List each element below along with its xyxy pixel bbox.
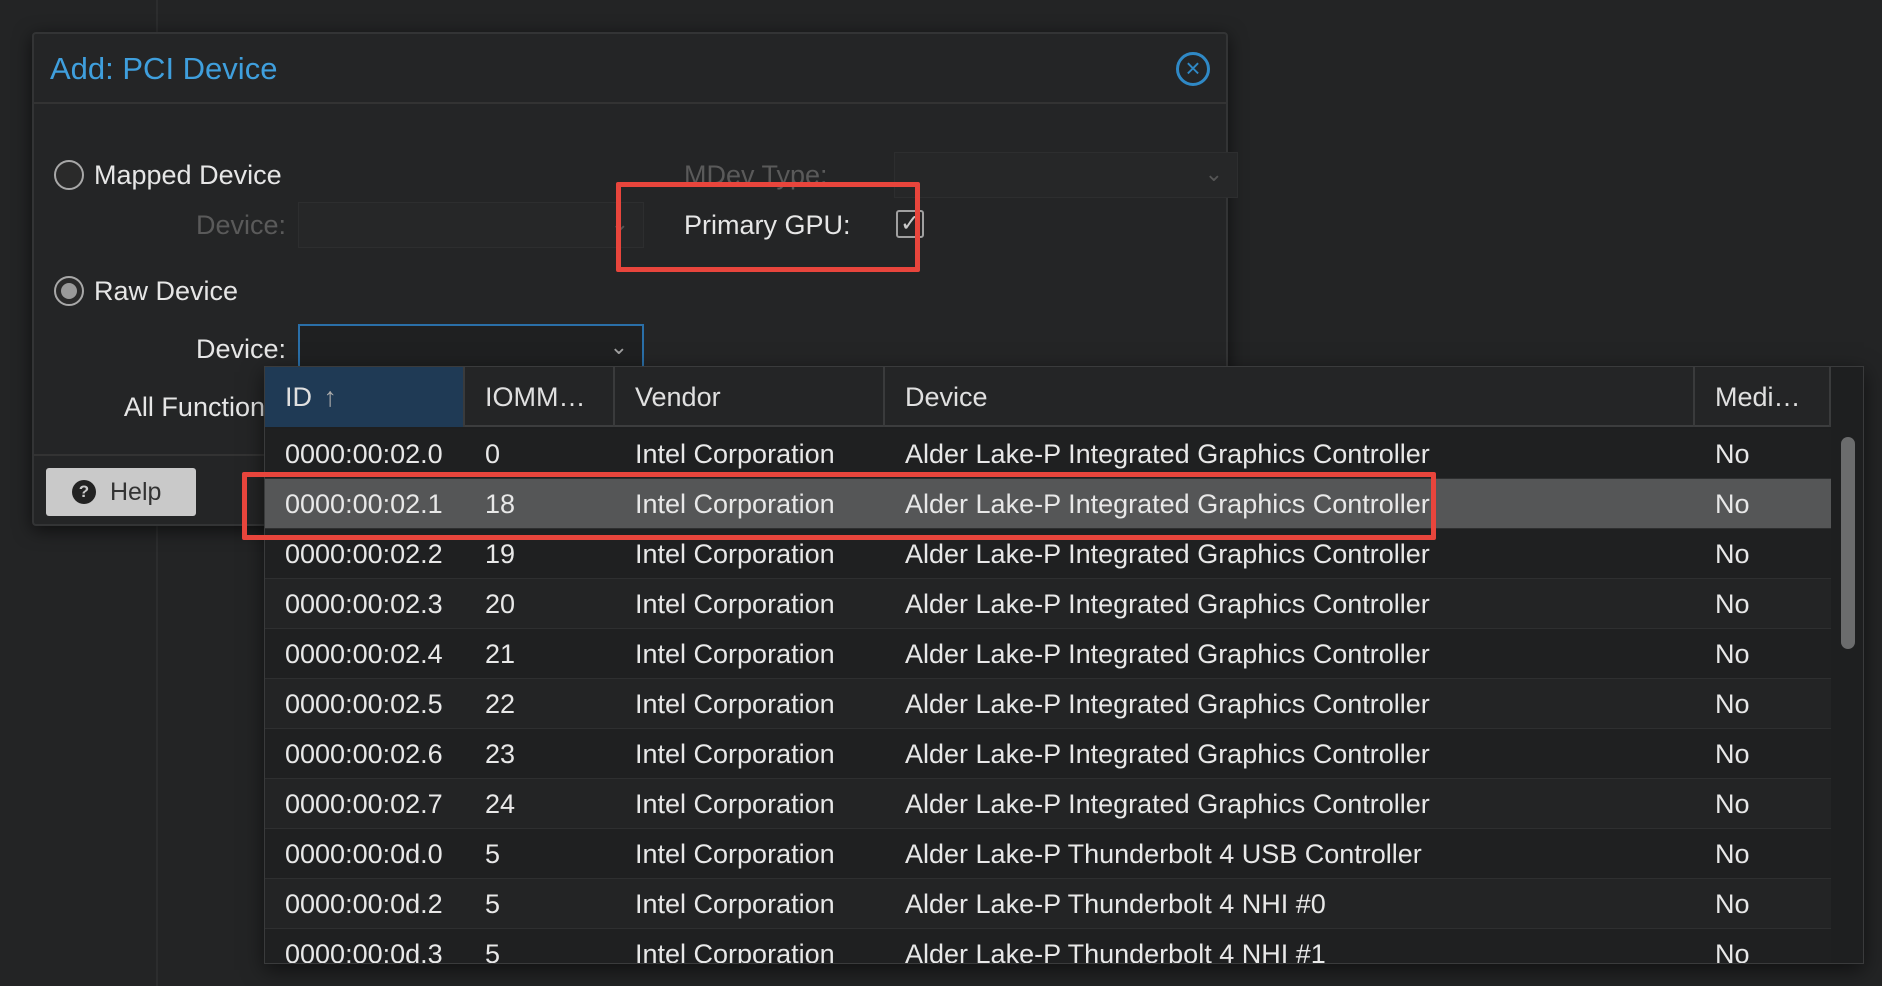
raw-device-field-label: Device: xyxy=(195,334,286,364)
cell-vendor: Intel Corporation xyxy=(635,789,835,819)
cell-device: Alder Lake-P Integrated Graphics Control… xyxy=(905,439,1430,469)
cell-iommu: 18 xyxy=(485,489,516,519)
cell-iommu: 5 xyxy=(485,939,501,964)
cell-device: Alder Lake-P Integrated Graphics Control… xyxy=(905,539,1430,569)
cell-vendor: Intel Corporation xyxy=(635,439,835,469)
cell-mdev: No xyxy=(1715,439,1750,469)
cell-iommu: 19 xyxy=(485,539,516,569)
table-row[interactable]: 0000:00:02.0 0 Intel Corporation Alder Lake… xyxy=(265,429,1831,479)
cell-vendor: Intel Corporation xyxy=(635,639,835,669)
cell-mdev: No xyxy=(1715,539,1750,569)
cell-id: 0000:00:02.3 xyxy=(285,589,443,619)
cell-id: 0000:00:02.5 xyxy=(285,689,443,719)
cell-mdev: No xyxy=(1715,589,1750,619)
raw-device-select[interactable]: ⌄ xyxy=(298,324,644,370)
table-row[interactable]: 0000:00:02.3 20 Intel Corporation Alder Lak… xyxy=(265,579,1831,629)
cell-id: 0000:00:02.7 xyxy=(285,789,443,819)
cell-iommu: 22 xyxy=(485,689,516,719)
cell-mdev: No xyxy=(1715,689,1750,719)
cell-vendor: Intel Corporation xyxy=(635,839,835,869)
cell-mdev: No xyxy=(1715,489,1750,519)
dialog-header: Add: PCI Device × xyxy=(34,34,1226,104)
column-header-vendor[interactable]: Vendor xyxy=(615,367,885,427)
cell-iommu: 5 xyxy=(485,889,501,919)
column-header-iommu[interactable]: IOMM… xyxy=(465,367,615,427)
cell-iommu: 21 xyxy=(485,639,516,669)
column-header-mdev[interactable]: Medi… xyxy=(1695,367,1831,427)
cell-iommu: 5 xyxy=(485,839,501,869)
mapped-device-label: Mapped Device xyxy=(94,160,282,190)
chevron-down-icon: ⌄ xyxy=(1204,161,1223,186)
cell-id: 0000:00:0d.3 xyxy=(285,939,443,964)
cell-device: Alder Lake-P Thunderbolt 4 NHI #0 xyxy=(905,889,1326,919)
cell-id: 0000:00:0d.2 xyxy=(285,889,443,919)
cell-mdev: No xyxy=(1715,839,1750,869)
cell-device: Alder Lake-P Integrated Graphics Control… xyxy=(905,589,1430,619)
cell-device: Alder Lake-P Integrated Graphics Control… xyxy=(905,789,1430,819)
cell-vendor: Intel Corporation xyxy=(635,689,835,719)
mdev-type-label: MDev Type: xyxy=(684,160,828,190)
cell-device: Alder Lake-P Thunderbolt 4 USB Controlle… xyxy=(905,839,1422,869)
cell-device: Alder Lake-P Integrated Graphics Control… xyxy=(905,489,1430,519)
cell-vendor: Intel Corporation xyxy=(635,539,835,569)
table-row[interactable]: 0000:00:02.2 19 Intel Corporation Alder Lak… xyxy=(265,529,1831,579)
cell-device: Alder Lake-P Integrated Graphics Control… xyxy=(905,689,1430,719)
cell-vendor: Intel Corporation xyxy=(635,589,835,619)
cell-device: Alder Lake-P Integrated Graphics Control… xyxy=(905,739,1430,769)
table-row[interactable]: 0000:00:02.6 23 Intel Corporation Alder Lak… xyxy=(265,729,1831,779)
table-row[interactable]: 0000:00:02.5 22 Intel Corporation Alder Lak… xyxy=(265,679,1831,729)
cell-vendor: Intel Corporation xyxy=(635,939,835,964)
primary-gpu-label: Primary GPU: xyxy=(684,210,851,240)
scroll-thumb[interactable] xyxy=(1841,437,1855,649)
table-row[interactable]: 0000:00:02.7 24 Intel Corporation Alder Lak… xyxy=(265,779,1831,829)
raw-device-radio[interactable] xyxy=(54,276,84,306)
cell-vendor: Intel Corporation xyxy=(635,489,835,519)
cell-mdev: No xyxy=(1715,739,1750,769)
cell-id: 0000:00:02.6 xyxy=(285,739,443,769)
cell-mdev: No xyxy=(1715,639,1750,669)
arrow-up-icon: ↑ xyxy=(323,382,338,412)
grid-scrollbar[interactable] xyxy=(1835,433,1861,963)
cell-iommu: 0 xyxy=(485,439,501,469)
all-functions-label: All Functions: xyxy=(123,392,286,422)
cell-id: 0000:00:02.2 xyxy=(285,539,443,569)
close-icon[interactable]: × xyxy=(1176,52,1210,86)
table-row[interactable]: 0000:00:0d.3 5 Intel Corporation Alder Lake… xyxy=(265,929,1831,964)
dialog-title: Add: PCI Device xyxy=(50,51,278,86)
table-row[interactable]: 0000:00:0d.0 5 Intel Corporation Alder Lake… xyxy=(265,829,1831,879)
cell-id: 0000:00:02.1 xyxy=(285,489,443,519)
cell-iommu: 23 xyxy=(485,739,516,769)
table-row[interactable]: 0000:00:02.1 18 Intel Corporation Alder Lak… xyxy=(265,479,1831,529)
cell-vendor: Intel Corporation xyxy=(635,889,835,919)
primary-gpu-checkbox[interactable]: ✓ xyxy=(896,210,924,238)
cell-id: 0000:00:02.4 xyxy=(285,639,443,669)
cell-mdev: No xyxy=(1715,789,1750,819)
table-row[interactable]: 0000:00:02.4 21 Intel Corporation Alder Lak… xyxy=(265,629,1831,679)
cell-device: Alder Lake-P Integrated Graphics Control… xyxy=(905,639,1430,669)
raw-device-label: Raw Device xyxy=(94,276,239,306)
help-button-label: Help xyxy=(110,478,162,506)
help-button[interactable]: ? Help xyxy=(46,468,196,516)
device-picker-grid: ID ↑ IOMM… Vendor Device Medi… 0000:00:0… xyxy=(264,366,1864,964)
column-header-device[interactable]: Device xyxy=(885,367,1695,427)
cell-iommu: 24 xyxy=(485,789,516,819)
mapped-device-select: ⌄ xyxy=(298,202,644,248)
mapped-device-field-label: Device: xyxy=(195,210,286,240)
grid-header: ID ↑ IOMM… Vendor Device Medi… xyxy=(265,367,1831,427)
mdev-type-select: ⌄ xyxy=(894,152,1238,198)
table-row[interactable]: 0000:00:0d.2 5 Intel Corporation Alder Lake… xyxy=(265,879,1831,929)
cell-vendor: Intel Corporation xyxy=(635,739,835,769)
column-header-id[interactable]: ID ↑ xyxy=(265,367,465,427)
cell-mdev: No xyxy=(1715,939,1750,964)
cell-device: Alder Lake-P Thunderbolt 4 NHI #1 xyxy=(905,939,1326,964)
question-circle-icon: ? xyxy=(72,480,96,504)
cell-id: 0000:00:02.0 xyxy=(285,439,443,469)
cell-iommu: 20 xyxy=(485,589,516,619)
chevron-down-icon[interactable]: ⌄ xyxy=(610,334,628,360)
cell-mdev: No xyxy=(1715,889,1750,919)
cell-id: 0000:00:0d.0 xyxy=(285,839,443,869)
mapped-device-radio[interactable] xyxy=(54,160,84,190)
chevron-down-icon: ⌄ xyxy=(610,211,629,236)
